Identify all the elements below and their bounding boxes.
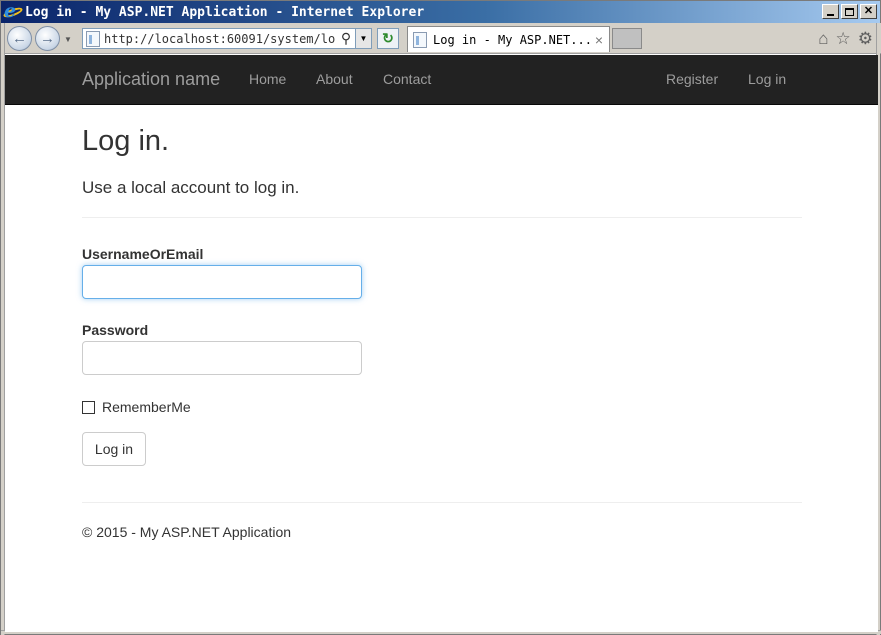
forward-button[interactable]: →: [35, 26, 60, 51]
password-input[interactable]: [82, 341, 362, 375]
divider: [82, 217, 802, 218]
username-input[interactable]: [82, 265, 362, 299]
footer-divider: [82, 502, 802, 503]
title-bar[interactable]: e Log in - My ASP.NET Application - Inte…: [1, 1, 880, 23]
remember-me-label[interactable]: RememberMe: [102, 399, 191, 415]
brand-link[interactable]: Application name: [82, 69, 220, 90]
refresh-icon: ↻: [382, 30, 394, 46]
internet-explorer-icon: e: [2, 1, 24, 21]
browser-window: e Log in - My ASP.NET Application - Inte…: [0, 0, 881, 635]
address-url[interactable]: http://localhost:60091/system/log: [104, 32, 336, 46]
forward-arrow-icon: →: [40, 30, 55, 47]
nav-contact-link[interactable]: Contact: [383, 71, 431, 87]
close-icon: ✕: [863, 5, 874, 17]
window-title: Log in - My ASP.NET Application - Intern…: [25, 4, 425, 20]
search-icon[interactable]: ⚲: [338, 30, 354, 47]
password-label: Password: [82, 322, 149, 338]
tab-title: Log in - My ASP.NET...: [433, 32, 592, 47]
window-controls: ✕: [820, 4, 877, 19]
back-arrow-icon: ←: [12, 30, 27, 47]
address-bar[interactable]: http://localhost:60091/system/log ⚲ ▼: [82, 28, 372, 49]
close-button[interactable]: ✕: [860, 4, 877, 19]
browser-tab[interactable]: Log in - My ASP.NET... ×: [407, 26, 610, 52]
maximize-icon: [845, 7, 854, 16]
nav-register-link[interactable]: Register: [666, 71, 718, 87]
gear-icon[interactable]: ⚙: [858, 30, 873, 47]
nav-home-link[interactable]: Home: [249, 71, 286, 87]
refresh-button[interactable]: ↻: [377, 28, 399, 49]
toolbar-right-icons: ⌂ ☆ ⚙: [818, 30, 873, 47]
site-navbar: Application name Home About Contact Regi…: [5, 55, 878, 105]
nav-login-link[interactable]: Log in: [748, 71, 786, 87]
new-tab-button[interactable]: [612, 28, 642, 49]
nav-about-link[interactable]: About: [316, 71, 353, 87]
minimize-button[interactable]: [822, 4, 839, 19]
browser-toolbar: ← → ▼ http://localhost:60091/system/log …: [2, 23, 881, 54]
minimize-icon: [827, 13, 834, 16]
page-subtitle: Use a local account to log in.: [82, 178, 300, 197]
maximize-button[interactable]: [841, 4, 858, 19]
page-content: Log in. Use a local account to log in. U…: [5, 105, 878, 632]
username-label: UsernameOrEmail: [82, 246, 204, 262]
address-dropdown-icon[interactable]: ▼: [355, 29, 371, 48]
page-icon: [86, 30, 100, 47]
history-dropdown-icon[interactable]: ▼: [64, 35, 72, 44]
remember-me-checkbox[interactable]: [82, 401, 95, 414]
home-icon[interactable]: ⌂: [818, 30, 828, 47]
tab-close-icon[interactable]: ×: [595, 32, 603, 48]
favorites-star-icon[interactable]: ☆: [836, 30, 851, 47]
back-button[interactable]: ←: [7, 26, 32, 51]
tab-page-icon: [413, 31, 427, 48]
footer-copyright: © 2015 - My ASP.NET Application: [82, 524, 292, 540]
login-submit-button[interactable]: Log in: [82, 432, 146, 466]
page-title: Log in.: [82, 125, 170, 157]
